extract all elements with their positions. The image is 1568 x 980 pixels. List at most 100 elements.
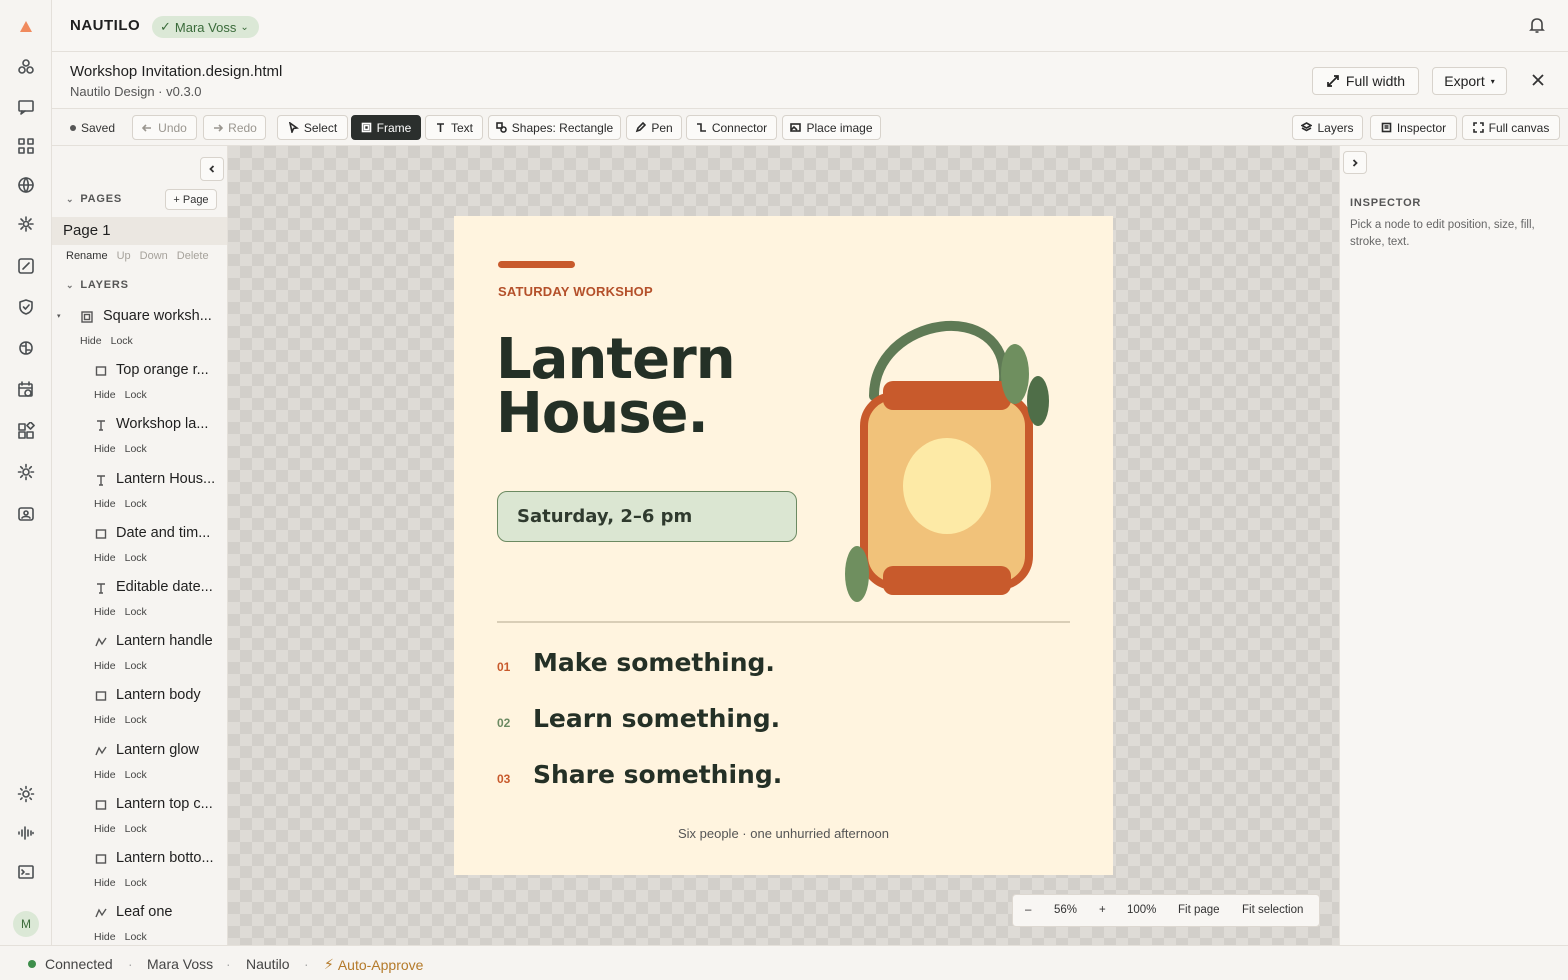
expand-inspector-button[interactable] [1343,151,1367,174]
lock-layer-button[interactable]: Lock [125,498,147,510]
workshop-label[interactable]: SATURDAY WORKSHOP [498,284,653,299]
plugins-icon[interactable] [14,419,38,443]
frame-tool-button[interactable]: Frame [351,115,421,140]
text-tool-button[interactable]: Text [425,115,483,140]
lock-layer-button[interactable]: Lock [125,769,147,781]
zoom-out-button[interactable]: – [1025,904,1031,916]
pages-section-header[interactable]: ⌄ PAGES [66,193,122,205]
lock-layer-button[interactable]: Lock [125,660,147,672]
move-page-up-button[interactable]: Up [117,250,131,262]
page-item[interactable]: Page 1 [52,217,227,245]
artboard[interactable]: SATURDAY WORKSHOP Lantern House. Saturda… [454,216,1113,875]
lock-layer-button[interactable]: Lock [125,931,147,943]
layer-row[interactable]: Lantern glow Hide Lock [52,742,227,796]
terminal-icon[interactable] [14,860,38,884]
audio-wave-icon[interactable] [14,821,38,845]
hide-layer-button[interactable]: Hide [94,714,116,726]
chat-icon[interactable] [14,95,38,119]
layer-row[interactable]: Workshop la... Hide Lock [52,416,227,470]
hide-layer-button[interactable]: Hide [94,877,116,889]
layer-row[interactable]: Editable date... Hide Lock [52,579,227,633]
full-canvas-button[interactable]: Full canvas [1462,115,1560,140]
layers-section-header[interactable]: ⌄ LAYERS [66,279,129,291]
move-page-down-button[interactable]: Down [140,250,168,262]
user-switcher[interactable]: ✓ Mara Voss ⌄ [152,16,259,38]
lock-layer-button[interactable]: Lock [125,714,147,726]
layer-row[interactable]: Lantern Hous... Hide Lock [52,471,227,525]
hide-layer-button[interactable]: Hide [94,606,116,618]
brain-icon[interactable] [14,336,38,360]
hide-layer-button[interactable]: Hide [94,660,116,672]
logo-icon[interactable] [14,15,38,39]
settings-gear-icon[interactable] [14,460,38,484]
bell-icon[interactable] [1528,16,1546,34]
shield-icon[interactable] [14,295,38,319]
design-canvas[interactable]: SATURDAY WORKSHOP Lantern House. Saturda… [228,146,1339,945]
cluster-icon[interactable] [14,55,38,79]
lock-layer-button[interactable]: Lock [125,389,147,401]
layer-row[interactable]: Lantern botto... Hide Lock [52,850,227,904]
lantern-illustration[interactable] [839,306,1059,606]
footer-note[interactable]: Six people · one unhurried afternoon [454,826,1113,841]
layer-row[interactable]: Top orange r... Hide Lock [52,362,227,416]
delete-page-button[interactable]: Delete [177,250,209,262]
close-icon[interactable] [1530,72,1546,88]
export-button[interactable]: Export ▾ [1432,67,1507,95]
undo-button[interactable]: Undo [132,115,197,140]
layers-toggle-button[interactable]: Layers [1292,115,1363,140]
inspector-toggle-button[interactable]: Inspector [1370,115,1457,140]
hide-layer-button[interactable]: Hide [80,335,102,347]
avatar[interactable]: M [13,911,39,937]
date-time-pill[interactable]: Saturday, 2–6 pm [497,491,797,542]
zoom-in-button[interactable]: + [1099,904,1106,916]
list-item[interactable]: 03 Share something. [497,760,782,789]
hide-layer-button[interactable]: Hide [94,931,116,943]
theme-sun-icon[interactable] [14,782,38,806]
fit-selection-button[interactable]: Fit selection [1242,904,1303,916]
hide-layer-button[interactable]: Hide [94,443,116,455]
layer-name: Workshop la... [116,416,209,433]
layer-row[interactable]: Lantern body Hide Lock [52,687,227,741]
select-tool-button[interactable]: Select [277,115,348,140]
zoom-100-button[interactable]: 100% [1127,904,1156,916]
rename-page-button[interactable]: Rename [66,250,108,262]
headline[interactable]: Lantern House. [496,332,736,442]
lock-layer-button[interactable]: Lock [125,552,147,564]
fit-page-button[interactable]: Fit page [1178,904,1220,916]
lock-layer-button[interactable]: Lock [125,606,147,618]
top-orange-rule[interactable] [498,261,575,268]
layer-row[interactable]: Leaf one Hide Lock [52,904,227,945]
lock-layer-button[interactable]: Lock [125,823,147,835]
connector-tool-button[interactable]: Connector [686,115,777,140]
full-width-button[interactable]: Full width [1312,67,1419,95]
hide-layer-button[interactable]: Hide [94,552,116,564]
lock-layer-button[interactable]: Lock [125,443,147,455]
list-item[interactable]: 01 Make something. [497,648,775,677]
layer-row[interactable]: Date and tim... Hide Lock [52,525,227,579]
lock-layer-button[interactable]: Lock [111,335,133,347]
calendar-clock-icon[interactable] [14,378,38,402]
globe-icon[interactable] [14,173,38,197]
hide-layer-button[interactable]: Hide [94,769,116,781]
layer-row[interactable]: ▾ Square worksh... Hide Lock [52,308,227,362]
collapse-sidebar-button[interactable] [200,157,224,181]
shapes-tool-button[interactable]: Shapes: Rectangle [488,115,621,140]
edit-square-icon[interactable] [14,254,38,278]
divider-rule[interactable] [497,621,1070,623]
add-page-button[interactable]: + Page [165,189,217,210]
lock-layer-button[interactable]: Lock [125,877,147,889]
apps-grid-icon[interactable] [14,134,38,158]
hide-layer-button[interactable]: Hide [94,389,116,401]
expand-triangle-icon[interactable]: ▾ [57,312,61,320]
place-image-button[interactable]: Place image [782,115,881,140]
layer-row[interactable]: Lantern handle Hide Lock [52,633,227,687]
sparkle-icon[interactable] [14,212,38,236]
hide-layer-button[interactable]: Hide [94,498,116,510]
hide-layer-button[interactable]: Hide [94,823,116,835]
layer-row[interactable]: Lantern top c... Hide Lock [52,796,227,850]
profile-card-icon[interactable] [14,502,38,526]
auto-approve-toggle[interactable]: ⚡︎ Auto-Approve [324,956,423,973]
redo-button[interactable]: Redo [203,115,266,140]
pen-tool-button[interactable]: Pen [626,115,682,140]
list-item[interactable]: 02 Learn something. [497,704,780,733]
